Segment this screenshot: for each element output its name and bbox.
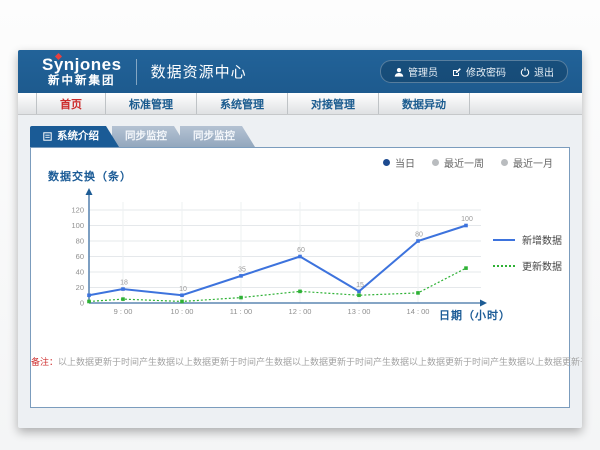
- radio-today[interactable]: 当日: [383, 155, 415, 170]
- svg-text:80: 80: [76, 237, 84, 246]
- tab-label: 系统介绍: [57, 126, 99, 147]
- svg-text:60: 60: [297, 247, 305, 254]
- svg-text:0: 0: [80, 299, 84, 308]
- svg-text:13 : 00: 13 : 00: [348, 307, 371, 316]
- y-axis-title: 数据交换（条）: [48, 168, 132, 184]
- legend-label: 更新数据: [522, 258, 562, 273]
- radio-last-week[interactable]: 最近一周: [432, 155, 484, 170]
- user-icon: [394, 67, 404, 77]
- svg-text:12 : 00: 12 : 00: [289, 307, 312, 316]
- legend-solid-line-icon: [493, 239, 515, 241]
- svg-text:15: 15: [356, 282, 364, 289]
- change-password-label: 修改密码: [466, 64, 506, 79]
- footer-note: 备注：以上数据更新于时间产生数据以上数据更新于时间产生数据以上数据更新于时间产生…: [31, 355, 569, 368]
- note-prefix: 备注：: [31, 357, 58, 367]
- radio-label: 最近一月: [513, 155, 553, 170]
- svg-text:40: 40: [76, 268, 84, 277]
- svg-text:20: 20: [76, 283, 84, 292]
- tab-bar: 系统介绍 同步监控 同步监控: [30, 126, 582, 147]
- tab-label: 同步监控: [193, 126, 235, 147]
- nav-item-integration-mgmt[interactable]: 对接管理: [288, 93, 379, 114]
- time-range-filters: 当日 最近一周 最近一月: [383, 155, 553, 170]
- svg-text:60: 60: [76, 252, 84, 261]
- chart-panel: 当日 最近一周 最近一月 数据交换（条） 0 20 40 60 80 100 120 9 : …: [30, 147, 570, 408]
- svg-text:9 : 00: 9 : 00: [114, 307, 133, 316]
- svg-text:18: 18: [120, 280, 128, 287]
- brand-logo-en: Synjones: [42, 56, 122, 73]
- tab-sync-monitor-1[interactable]: 同步监控: [112, 126, 187, 147]
- current-user[interactable]: 管理员: [394, 64, 438, 79]
- note-text: 以上数据更新于时间产生数据以上数据更新于时间产生数据以上数据更新于时间产生数据以…: [58, 357, 582, 367]
- svg-text:14 : 00: 14 : 00: [407, 307, 430, 316]
- nav-item-home[interactable]: 首页: [36, 93, 106, 114]
- brand-text: Synjones: [42, 55, 122, 74]
- nav-item-standard-mgmt[interactable]: 标准管理: [106, 93, 197, 114]
- radio-selected-icon: [383, 159, 390, 166]
- svg-text:100: 100: [461, 216, 473, 223]
- svg-text:120: 120: [71, 206, 84, 215]
- brand-logo: Synjones 新中新集团: [42, 56, 122, 88]
- tab-label: 同步监控: [125, 126, 167, 147]
- document-icon: [43, 132, 52, 141]
- line-chart: 0 20 40 60 80 100 120 9 : 00 10 : 00 11 : 00 12 : …: [61, 186, 491, 320]
- radio-label: 当日: [395, 155, 415, 170]
- legend-dotted-line-icon: [493, 265, 515, 267]
- user-toolbar: 管理员 修改密码 退出: [380, 60, 568, 83]
- logout-label: 退出: [534, 64, 554, 79]
- svg-text:10 : 00: 10 : 00: [171, 307, 194, 316]
- legend-item-updated-data[interactable]: 更新数据: [493, 258, 562, 273]
- svg-text:35: 35: [238, 266, 246, 273]
- legend-item-new-data[interactable]: 新增数据: [493, 232, 562, 247]
- tab-system-intro[interactable]: 系统介绍: [30, 126, 119, 147]
- nav-item-system-mgmt[interactable]: 系统管理: [197, 93, 288, 114]
- svg-text:80: 80: [415, 232, 423, 239]
- edit-icon: [452, 67, 462, 77]
- radio-last-month[interactable]: 最近一月: [501, 155, 553, 170]
- x-axis-title: 日期（小时）: [439, 307, 511, 323]
- page-title: 数据资源中心: [151, 61, 247, 82]
- brand-logo-cn: 新中新集团: [48, 76, 116, 88]
- power-icon: [520, 67, 530, 77]
- chart-legend: 新增数据 更新数据: [493, 232, 562, 273]
- radio-unselected-icon: [501, 159, 508, 166]
- main-nav: 首页 标准管理 系统管理 对接管理 数据异动: [18, 93, 582, 115]
- svg-text:10: 10: [179, 286, 187, 293]
- tab-sync-monitor-2[interactable]: 同步监控: [180, 126, 255, 147]
- nav-item-data-change[interactable]: 数据异动: [379, 93, 470, 114]
- svg-text:100: 100: [71, 221, 84, 230]
- header-divider: [136, 59, 137, 85]
- logout-button[interactable]: 退出: [520, 64, 554, 79]
- app-window: Synjones 新中新集团 数据资源中心 管理员 修改密码 退出 首页 标准管…: [18, 50, 582, 428]
- radio-label: 最近一周: [444, 155, 484, 170]
- radio-unselected-icon: [432, 159, 439, 166]
- app-header: Synjones 新中新集团 数据资源中心 管理员 修改密码 退出: [18, 50, 582, 93]
- legend-label: 新增数据: [522, 232, 562, 247]
- current-user-label: 管理员: [408, 64, 438, 79]
- svg-text:11 : 00: 11 : 00: [230, 307, 252, 316]
- change-password-button[interactable]: 修改密码: [452, 64, 506, 79]
